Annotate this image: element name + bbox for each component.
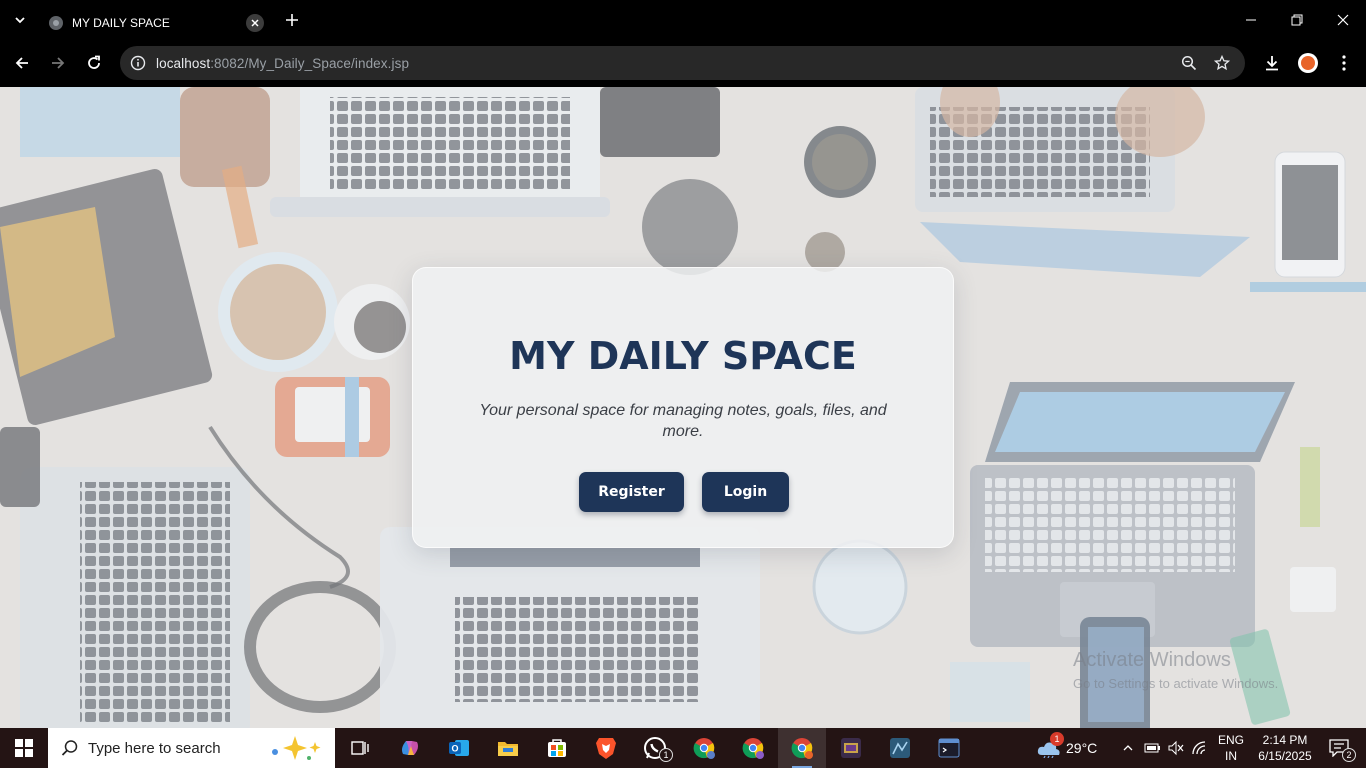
wifi-icon[interactable]	[1190, 738, 1210, 758]
language-line-1: ENG	[1217, 733, 1244, 747]
address-bar[interactable]: localhost:8082/My_Daily_Space/index.jsp	[120, 46, 1245, 80]
close-window-icon[interactable]	[1320, 6, 1366, 34]
bookmark-star-icon[interactable]	[1212, 53, 1232, 73]
language-line-2: IN	[1225, 749, 1237, 763]
activate-windows-watermark: Activate Windows Go to Settings to activ…	[1073, 649, 1278, 691]
new-tab-plus-icon[interactable]	[282, 10, 302, 30]
clock-date: 6/15/2025	[1258, 749, 1312, 763]
site-info-icon[interactable]	[128, 53, 148, 73]
weather-cloud-icon[interactable]: 1	[1036, 732, 1064, 758]
active-tab[interactable]: MY DAILY SPACE	[40, 6, 272, 40]
tab-title: MY DAILY SPACE	[72, 16, 170, 30]
minimize-icon[interactable]	[1228, 6, 1274, 34]
watermark-line-1: Activate Windows	[1073, 649, 1231, 671]
profile-avatar[interactable]	[1296, 51, 1320, 75]
windows-start-icon[interactable]	[0, 728, 48, 768]
register-button[interactable]: Register	[579, 472, 684, 512]
chrome-profile-1-icon[interactable]	[680, 728, 728, 768]
search-highlight-sparkle-icon	[272, 736, 321, 760]
watermark-line-2: Go to Settings to activate Windows.	[1073, 676, 1279, 691]
mysql-command-line-icon[interactable]	[925, 728, 973, 768]
tagline-text: Your personal space for managing notes, …	[479, 402, 887, 440]
browser-toolbar: localhost:8082/My_Daily_Space/index.jsp	[0, 40, 1366, 87]
url-path: :8082/My_Daily_Space/index.jsp	[210, 55, 410, 71]
task-view-icon[interactable]	[336, 728, 384, 768]
chrome-active-icon[interactable]	[778, 728, 826, 768]
windows-taskbar: Type here to search O 1 1 29°C ENG IN 2:…	[0, 728, 1366, 768]
login-button[interactable]: Login	[702, 472, 789, 512]
page-viewport: MY DAILY SPACE Your personal space for m…	[0, 87, 1366, 728]
microsoft-store-icon[interactable]	[533, 728, 581, 768]
search-icon	[60, 738, 80, 758]
clock-time: 2:14 PM	[1262, 733, 1308, 747]
back-arrow-icon[interactable]	[10, 51, 34, 75]
downloads-icon[interactable]	[1260, 51, 1284, 75]
outlook-icon[interactable]: O	[435, 728, 483, 768]
whatsapp-icon[interactable]: 1	[631, 728, 679, 768]
search-placeholder: Type here to search	[88, 739, 221, 757]
chrome-profile-2-icon[interactable]	[729, 728, 777, 768]
notifications-icon[interactable]: 2	[1324, 738, 1356, 762]
browser-tab-strip: MY DAILY SPACE	[0, 0, 1366, 40]
mysql-workbench-icon[interactable]	[876, 728, 924, 768]
kebab-menu-icon[interactable]	[1332, 51, 1356, 75]
weather-temperature[interactable]: 29°C	[1066, 740, 1097, 756]
restore-icon[interactable]	[1274, 6, 1320, 34]
welcome-card: MY DAILY SPACE Your personal space for m…	[412, 267, 954, 548]
reload-icon[interactable]	[82, 51, 106, 75]
whatsapp-badge: 1	[659, 748, 673, 762]
page-title: MY DAILY SPACE	[509, 334, 857, 378]
globe-favicon-icon	[49, 16, 63, 30]
zoom-magnifier-icon[interactable]	[1179, 53, 1199, 73]
tab-search-chevron-icon[interactable]	[8, 8, 32, 32]
url-host: localhost	[156, 55, 211, 71]
taskbar-search-box[interactable]: Type here to search	[48, 728, 335, 768]
tab-close-icon[interactable]	[246, 14, 264, 32]
basketball-avatar-icon	[1301, 56, 1315, 70]
svg-text:O: O	[451, 744, 458, 754]
notification-count: 2	[1342, 748, 1356, 762]
brave-browser-icon[interactable]	[582, 728, 630, 768]
clock[interactable]: 2:14 PM 6/15/2025	[1252, 732, 1318, 764]
language-indicator[interactable]: ENG IN	[1214, 732, 1248, 764]
speaker-muted-icon[interactable]	[1166, 738, 1186, 758]
url-text[interactable]: localhost:8082/My_Daily_Space/index.jsp	[156, 56, 409, 71]
show-hidden-icons-chevron-icon[interactable]	[1118, 738, 1138, 758]
game-launcher-icon[interactable]	[827, 728, 875, 768]
forward-arrow-icon[interactable]	[46, 51, 70, 75]
copilot-icon[interactable]	[386, 728, 434, 768]
battery-icon[interactable]	[1142, 738, 1162, 758]
weather-badge: 1	[1050, 732, 1064, 746]
file-explorer-icon[interactable]	[484, 728, 532, 768]
